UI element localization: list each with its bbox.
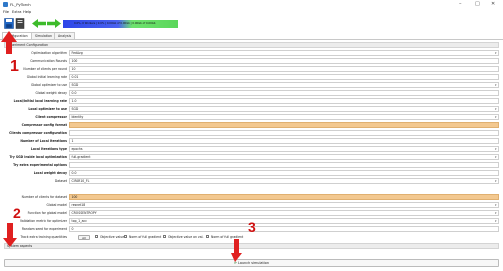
annotation-number-2: 2 [13,205,21,221]
annotation-number-3: 3 [248,219,256,235]
annotation-arrow-3 [231,239,242,262]
annotation-arrow-1 [1,31,17,54]
annotation-arrow-2 [3,223,17,247]
annotation-number-1: 1 [10,58,19,75]
